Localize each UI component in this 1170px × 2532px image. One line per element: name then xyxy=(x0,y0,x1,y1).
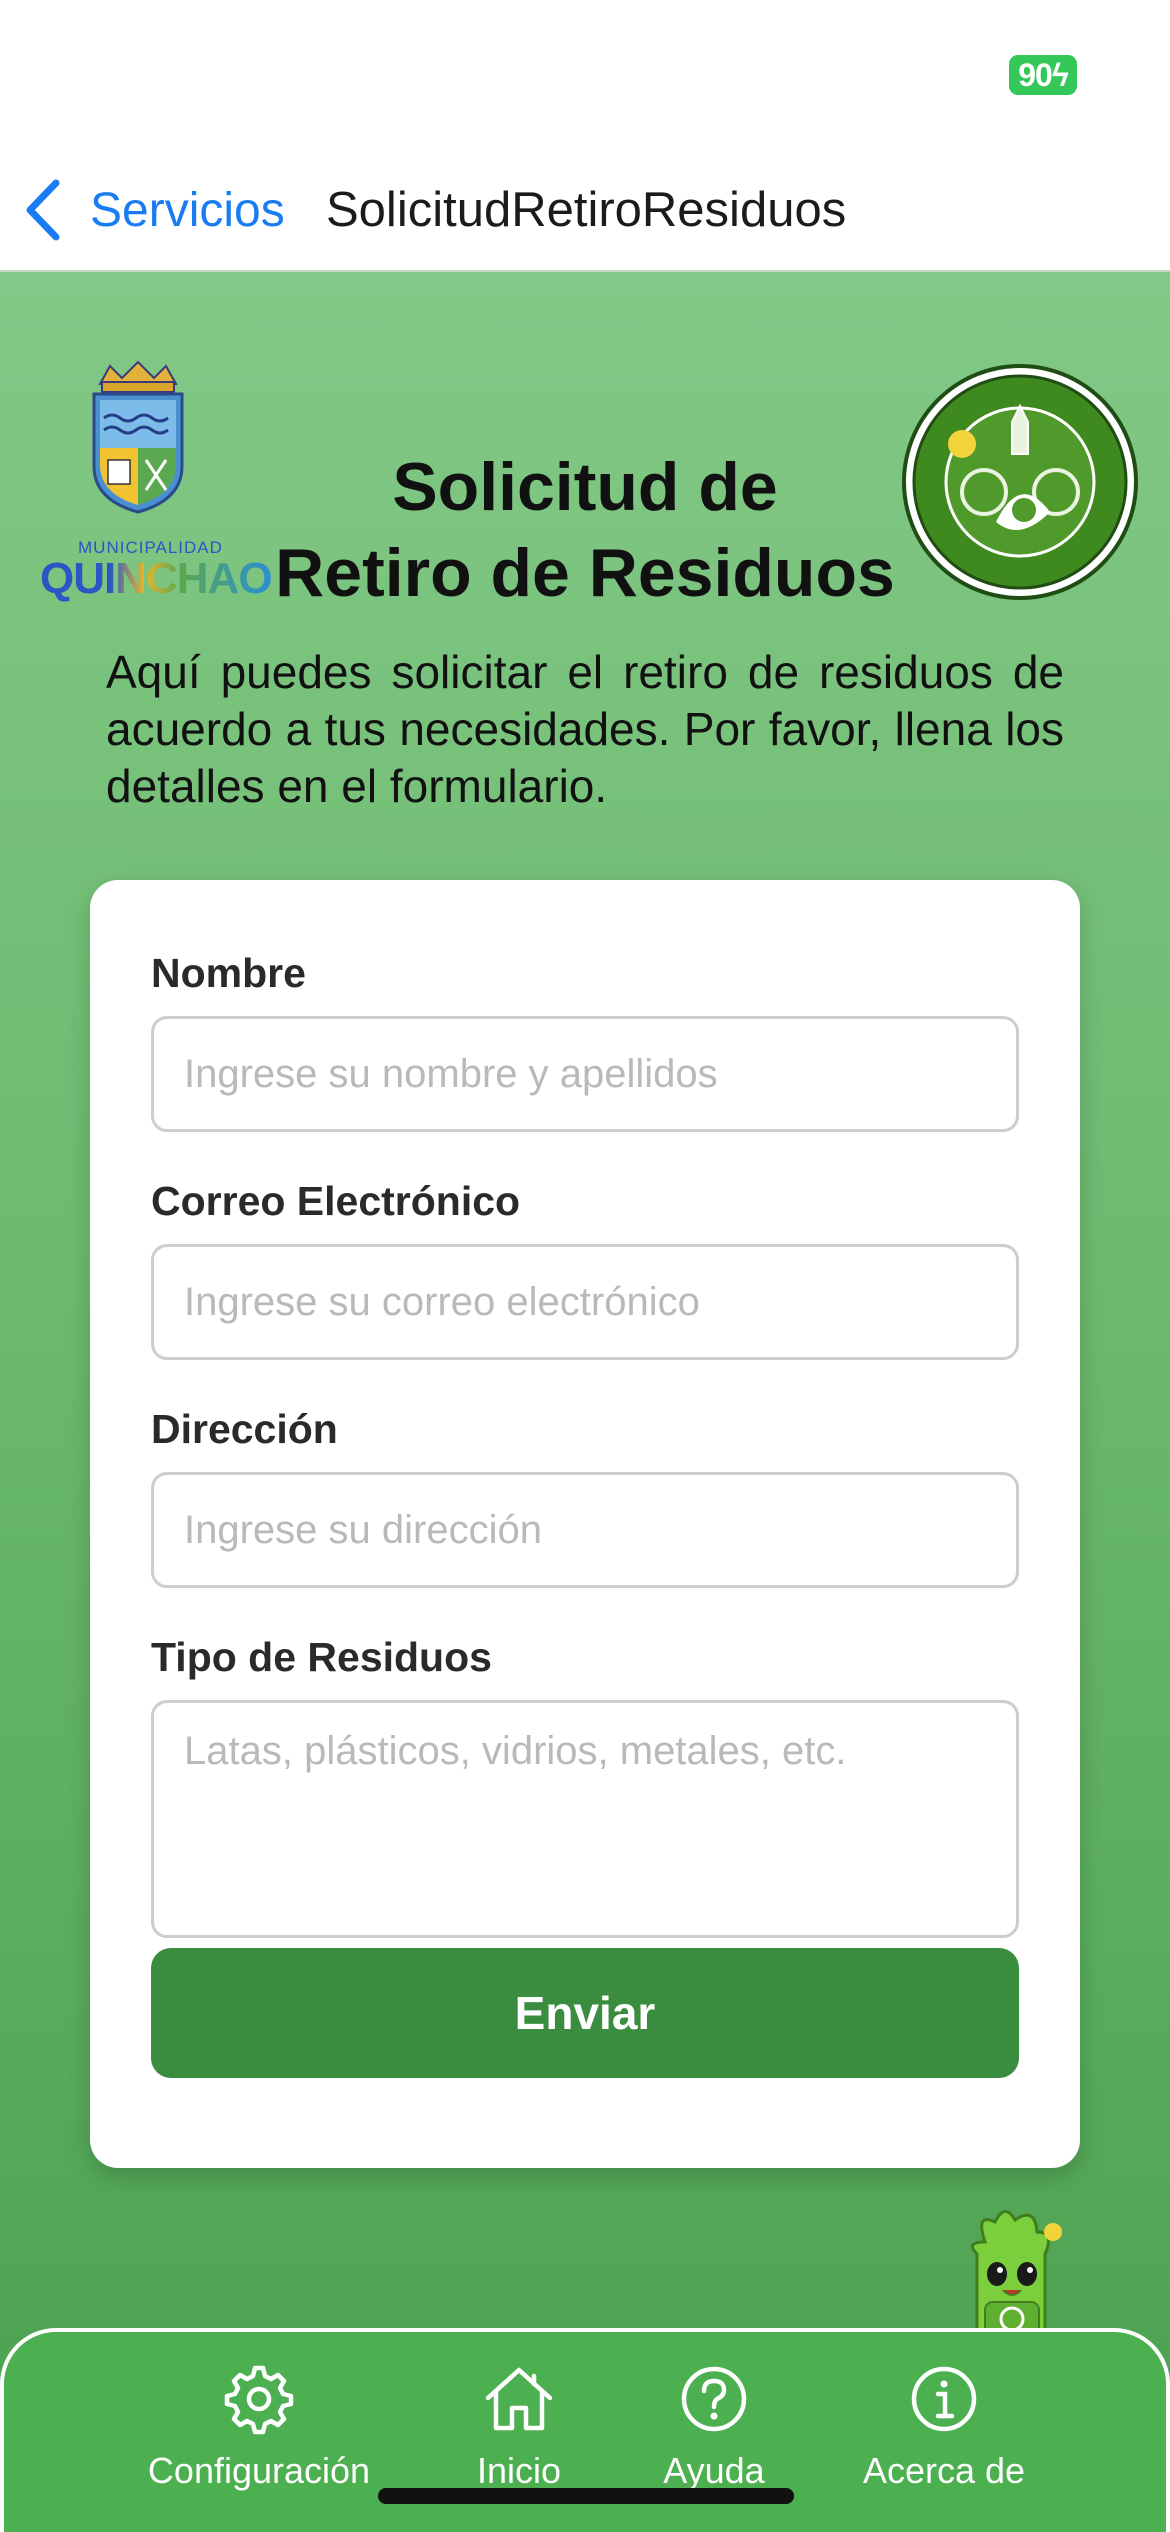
municipality-logo xyxy=(38,360,264,530)
gear-icon xyxy=(222,2362,296,2436)
status-bar: 90ϟ xyxy=(0,0,1170,150)
tab-configuracion[interactable]: Configuración xyxy=(134,2362,384,2512)
chevron-left-icon xyxy=(22,175,68,245)
name-input[interactable] xyxy=(151,1016,1019,1132)
tab-label-configuracion: Configuración xyxy=(147,2450,371,2491)
page-title: Solicitud de Retiro de Residuos xyxy=(250,444,920,616)
nav-title: SolicitudRetiroResiduos xyxy=(326,183,847,237)
battery-indicator: 90ϟ xyxy=(1009,55,1077,95)
help-icon xyxy=(677,2362,751,2436)
address-label: Dirección xyxy=(151,1406,338,1452)
request-form-card: Nombre Correo Electrónico Dirección Tipo… xyxy=(90,880,1080,2168)
intro-text: Aquí puedes solicitar el retiro de resid… xyxy=(106,646,1064,812)
tab-acerca-de[interactable]: Acerca de xyxy=(834,2362,1054,2512)
battery-level: 90 xyxy=(1018,57,1053,93)
navigation-bar: Servicios SolicitudRetiroResiduos xyxy=(0,150,1170,272)
name-label: Nombre xyxy=(151,950,306,996)
tab-label-inicio: Inicio xyxy=(476,2450,562,2491)
charging-bolt-icon: ϟ xyxy=(1051,57,1069,93)
home-indicator xyxy=(378,2488,794,2504)
page-title-line1: Solicitud de xyxy=(392,449,778,525)
address-input[interactable] xyxy=(151,1472,1019,1588)
info-icon xyxy=(907,2362,981,2436)
page-title-line2: Retiro de Residuos xyxy=(275,535,895,611)
main-content: MUNICIPALIDAD QUINCHAO Solicitud de Reti… xyxy=(0,272,1170,2532)
home-icon xyxy=(482,2362,556,2436)
submit-button[interactable]: Enviar xyxy=(151,1948,1019,2078)
tab-label-acerca-de: Acerca de xyxy=(862,2450,1026,2491)
back-button[interactable]: Servicios xyxy=(22,170,285,250)
tab-label-ayuda: Ayuda xyxy=(663,2450,765,2491)
waste-type-label: Tipo de Residuos xyxy=(151,1634,492,1680)
email-input[interactable] xyxy=(151,1244,1019,1360)
email-label: Correo Electrónico xyxy=(151,1178,521,1224)
waste-type-textarea[interactable] xyxy=(151,1700,1019,1938)
back-label: Servicios xyxy=(90,183,285,237)
municipality-logo-text: QUINCHAO xyxy=(40,554,273,603)
environment-seal-logo xyxy=(900,362,1140,602)
